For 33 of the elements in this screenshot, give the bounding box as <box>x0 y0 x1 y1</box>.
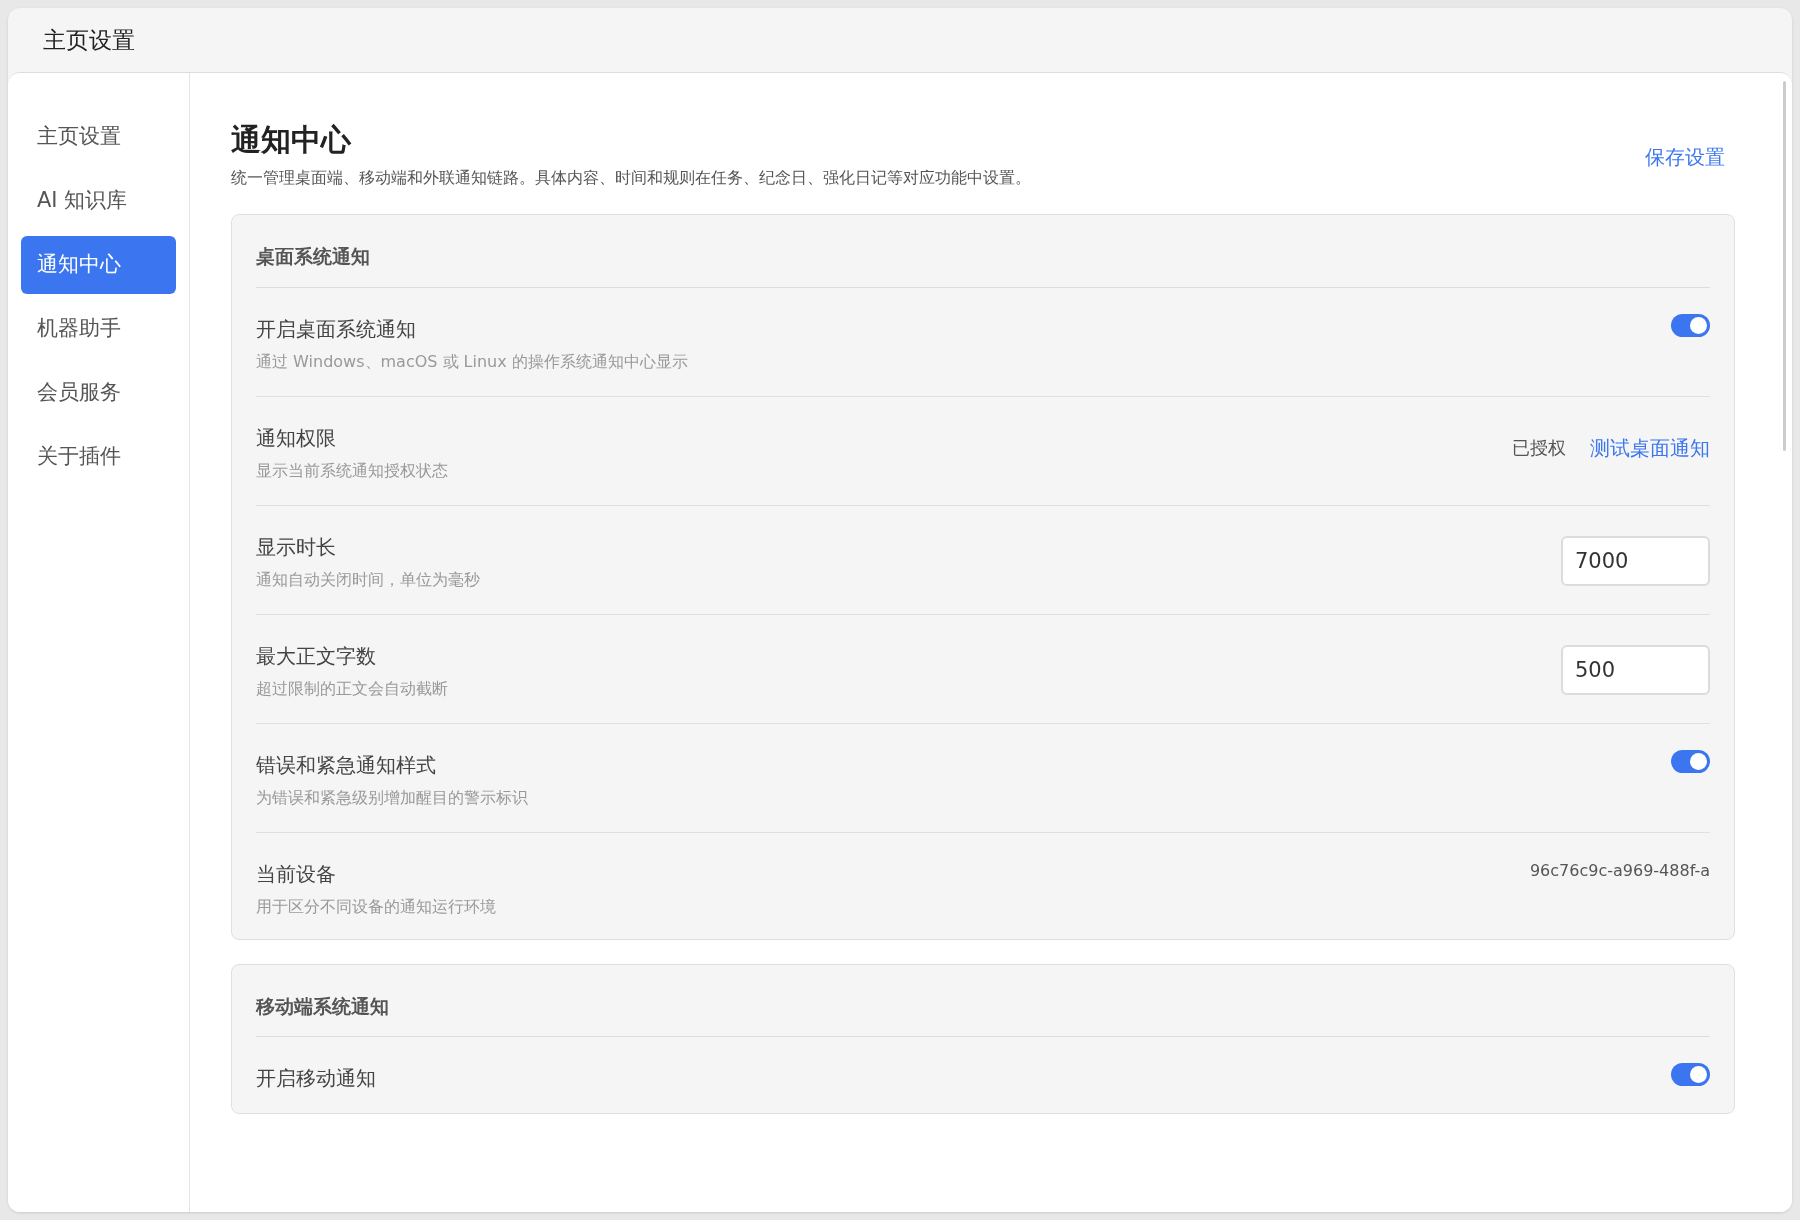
setting-title: 开启移动通知 <box>256 1065 376 1092</box>
device-id: 96c76c9c-a969-488f-a <box>1529 859 1710 882</box>
setting-title: 通知权限 <box>256 424 337 452</box>
page-subtitle: 统一管理桌面端、移动端和外联通知链路。具体内容、时间和规则在任务、纪念日、强化日记等对应功能中设置。 <box>231 167 1031 189</box>
test-notification-link[interactable]: 测试桌面通知 <box>1590 432 1710 463</box>
toggle-switch[interactable] <box>1671 313 1710 337</box>
section-title: 移动端系统通知 <box>256 994 389 1017</box>
window-title: 主页设置 <box>43 25 135 55</box>
number-input-field[interactable]: 500 <box>1561 644 1710 695</box>
section-title: 桌面系统通知 <box>256 245 370 267</box>
number-input-field[interactable]: 7000 <box>1561 535 1710 586</box>
page-title: 通知中心 <box>231 121 352 159</box>
sidebar-item[interactable]: 会员服务 <box>21 364 176 422</box>
setting-title: 显示时长 <box>256 533 337 561</box>
setting-title: 错误和紧急通知样式 <box>256 751 437 779</box>
sidebar-item[interactable]: 关于插件 <box>21 428 176 486</box>
setting-title: 当前设备 <box>256 860 337 888</box>
sidebar-item[interactable]: 通知中心 <box>21 236 176 294</box>
setting-title: 开启桌面系统通知 <box>256 315 417 343</box>
setting-description: 显示当前系统通知授权状态 <box>256 459 448 482</box>
setting-description: 通知自动关闭时间，单位为毫秒 <box>256 568 480 591</box>
sidebar-item[interactable]: 主页设置 <box>21 108 176 166</box>
setting-title: 最大正文字数 <box>256 642 377 670</box>
toggle-switch[interactable] <box>1671 1063 1710 1086</box>
setting-description: 为错误和紧急级别增加醒目的警示标识 <box>256 786 528 809</box>
setting-description: 超过限制的正文会自动截断 <box>256 677 448 700</box>
toggle-switch[interactable] <box>1671 749 1710 773</box>
sidebar-item[interactable]: AI 知识库 <box>21 172 176 230</box>
sidebar-item[interactable]: 机器助手 <box>21 300 176 358</box>
permission-status: 已授权 <box>1512 436 1566 460</box>
setting-description: 用于区分不同设备的通知运行环境 <box>256 895 496 918</box>
save-settings-link[interactable]: 保存设置 <box>1645 142 1725 172</box>
setting-description: 通过 Windows、macOS 或 Linux 的操作系统通知中心显示 <box>256 350 688 373</box>
